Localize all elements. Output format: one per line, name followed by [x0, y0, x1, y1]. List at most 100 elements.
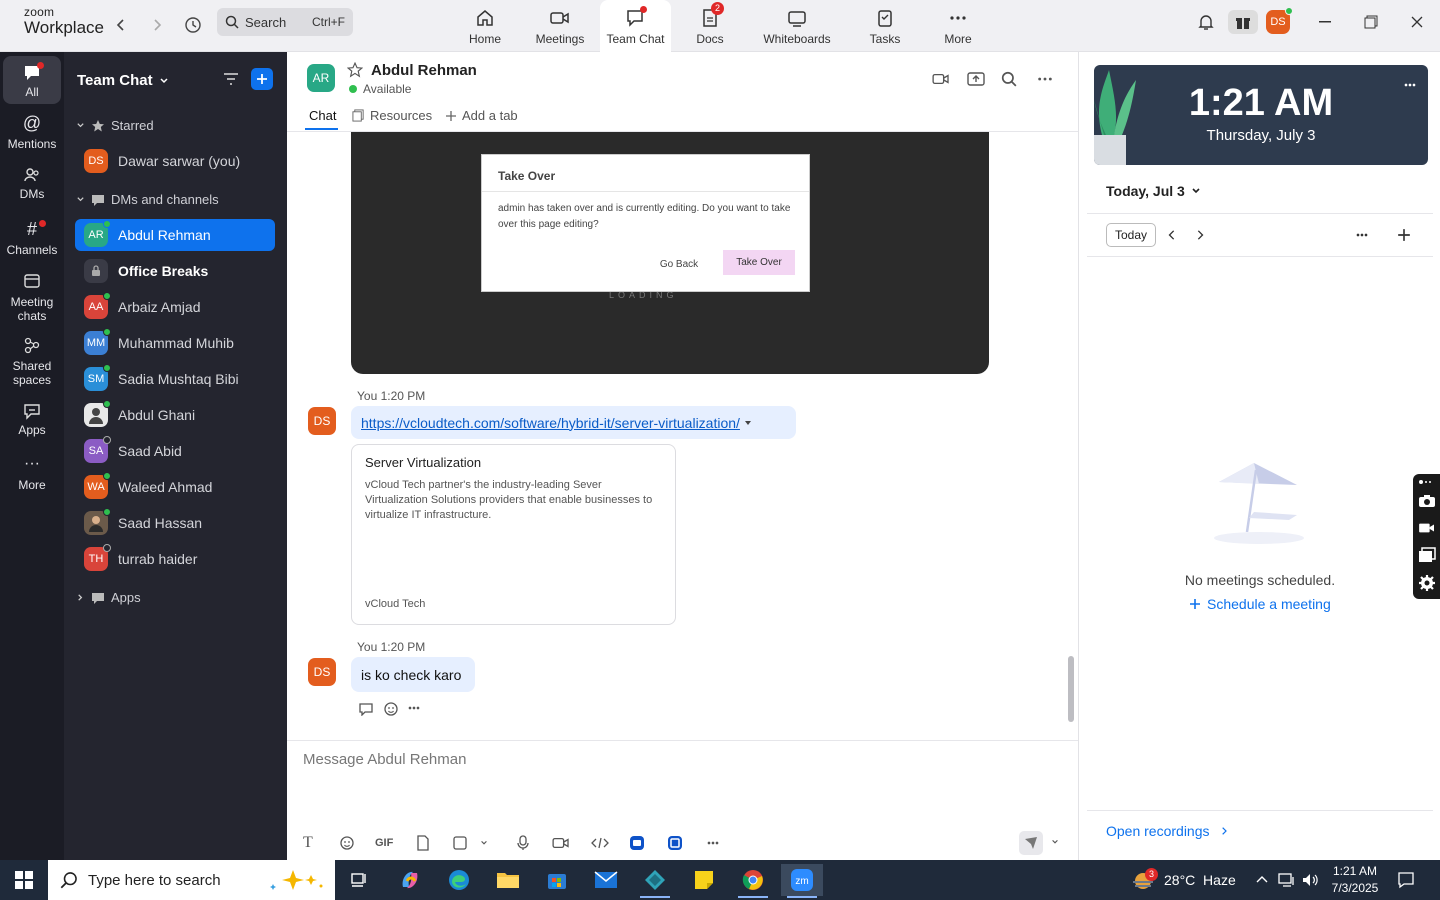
- settings-gear-icon[interactable]: [1418, 574, 1436, 592]
- close-icon[interactable]: [1402, 10, 1432, 34]
- list-item-office-breaks[interactable]: Office Breaks: [75, 255, 275, 287]
- message-link[interactable]: https://vcloudtech.com/software/hybrid-i…: [361, 415, 740, 431]
- send-button[interactable]: [1019, 831, 1043, 855]
- emoji-reaction-icon[interactable]: [383, 701, 399, 717]
- restore-icon[interactable]: [1356, 10, 1386, 34]
- tab-whiteboards[interactable]: Whiteboards: [760, 0, 834, 52]
- reply-icon[interactable]: [358, 702, 374, 716]
- rail-item-meeting-chats[interactable]: Meeting chats: [3, 272, 61, 323]
- tab-docs[interactable]: 2 Docs: [690, 0, 730, 52]
- mail-icon[interactable]: [585, 864, 627, 896]
- microphone-icon[interactable]: [516, 834, 530, 852]
- share-screen-icon[interactable]: [967, 71, 985, 87]
- today-button[interactable]: Today: [1106, 223, 1156, 247]
- add-event-icon[interactable]: [1397, 228, 1411, 242]
- video-call-icon[interactable]: [932, 72, 950, 86]
- file-icon[interactable]: [416, 834, 430, 852]
- contact-name-title[interactable]: Abdul Rehman: [371, 62, 477, 79]
- chrome-icon[interactable]: [732, 864, 774, 898]
- contact-avatar[interactable]: AR: [307, 64, 335, 92]
- add-tab-button[interactable]: Add a tab: [445, 108, 518, 123]
- message-bubble[interactable]: is ko check karo: [351, 657, 476, 692]
- search-icon[interactable]: [1001, 71, 1017, 87]
- emoji-icon[interactable]: [339, 834, 355, 852]
- chevron-down-icon[interactable]: [1051, 838, 1059, 846]
- tab-home[interactable]: Home: [465, 0, 505, 52]
- star-outline-icon[interactable]: [347, 62, 363, 78]
- camera-icon[interactable]: [1418, 494, 1436, 508]
- edge-browser-icon[interactable]: [438, 864, 480, 896]
- weather-text[interactable]: 28°C Haze: [1164, 872, 1236, 888]
- rail-item-mentions[interactable]: @ Mentions: [3, 112, 61, 151]
- next-day-icon[interactable]: [1195, 229, 1205, 241]
- message-bubble-link[interactable]: https://vcloudtech.com/software/hybrid-i…: [351, 406, 796, 439]
- sidebar-title[interactable]: Team Chat: [77, 72, 169, 89]
- rail-item-apps[interactable]: Apps: [3, 402, 61, 437]
- back-arrow-icon[interactable]: [108, 12, 134, 38]
- list-item-sadia-mushtaq-bibi[interactable]: SM Sadia Mushtaq Bibi: [75, 363, 275, 395]
- minimize-icon[interactable]: [1310, 10, 1340, 34]
- tab-chat[interactable]: Chat: [309, 108, 336, 123]
- more-options-icon[interactable]: [1037, 76, 1053, 82]
- history-icon[interactable]: [180, 12, 206, 38]
- tab-more[interactable]: More: [938, 0, 978, 52]
- notification-bell-icon[interactable]: [1191, 10, 1221, 34]
- list-item-starred[interactable]: DS Dawar sarwar (you): [75, 145, 275, 177]
- notification-center-icon[interactable]: [1397, 871, 1415, 889]
- list-item-saad-abid[interactable]: SA Saad Abid: [75, 435, 275, 467]
- tab-tasks[interactable]: Tasks: [865, 0, 905, 52]
- windows-start-icon[interactable]: [0, 860, 48, 900]
- app-diamond-icon[interactable]: [634, 864, 676, 898]
- scrollbar-thumb[interactable]: [1068, 656, 1074, 722]
- message-input[interactable]: Message Abdul Rehman: [303, 751, 466, 768]
- link-icon[interactable]: [1418, 479, 1432, 485]
- list-item-saad-hassan[interactable]: Saad Hassan: [75, 507, 275, 539]
- shared-image[interactable]: LOADING Take Over admin has taken over a…: [351, 132, 989, 374]
- rail-item-shared-spaces[interactable]: Shared spaces: [3, 336, 61, 387]
- file-explorer-icon[interactable]: [487, 864, 529, 896]
- rail-item-channels[interactable]: # Channels: [3, 218, 61, 257]
- chevron-down-icon[interactable]: [480, 834, 488, 852]
- microsoft-store-icon[interactable]: [536, 864, 578, 896]
- zoom-app-icon[interactable]: zm: [781, 864, 823, 898]
- record-icon[interactable]: [1418, 521, 1436, 535]
- video-message-icon[interactable]: [552, 834, 570, 852]
- user-avatar[interactable]: DS: [1266, 7, 1293, 34]
- sender-avatar[interactable]: DS: [308, 407, 336, 435]
- date-selector[interactable]: Today, Jul 3: [1106, 183, 1201, 199]
- schedule-meeting-link[interactable]: Schedule a meeting: [1189, 596, 1331, 612]
- list-item-waleed-ahmad[interactable]: WA Waleed Ahmad: [75, 471, 275, 503]
- taskbar-clock[interactable]: 1:21 AM 7/3/2025: [1325, 863, 1385, 897]
- sticky-notes-icon[interactable]: [683, 864, 725, 896]
- new-chat-button[interactable]: [251, 68, 273, 90]
- take-over-button[interactable]: Take Over: [723, 250, 795, 275]
- link-preview-card[interactable]: Server Virtualization vCloud Tech partne…: [351, 444, 676, 625]
- calendar-more-icon[interactable]: [1354, 233, 1370, 237]
- copilot-icon[interactable]: [389, 864, 431, 896]
- window-icon[interactable]: [1418, 547, 1436, 563]
- screenshot-icon[interactable]: [452, 834, 468, 852]
- app-icon-1[interactable]: [629, 834, 645, 852]
- tab-resources[interactable]: Resources: [352, 108, 432, 123]
- sender-avatar[interactable]: DS: [308, 658, 336, 686]
- task-view-icon[interactable]: [339, 864, 381, 896]
- gif-button[interactable]: GIF: [375, 834, 393, 852]
- section-dms[interactable]: DMs and channels: [76, 192, 219, 207]
- network-icon[interactable]: [1278, 872, 1296, 888]
- rail-item-dms[interactable]: DMs: [3, 166, 61, 201]
- tab-meetings[interactable]: Meetings: [530, 0, 590, 52]
- search-input[interactable]: Search Ctrl+F: [217, 8, 353, 36]
- app-icon-2[interactable]: [667, 834, 683, 852]
- list-item-turrab-haider[interactable]: TH turrab haider: [75, 543, 275, 575]
- forward-arrow-icon[interactable]: [144, 12, 170, 38]
- go-back-button[interactable]: Go Back: [647, 252, 711, 276]
- text-format-icon[interactable]: T: [303, 834, 313, 852]
- prev-day-icon[interactable]: [1167, 229, 1177, 241]
- more-icon[interactable]: [705, 834, 721, 852]
- rail-item-more[interactable]: ··· More: [3, 454, 61, 492]
- rail-item-all[interactable]: All: [3, 56, 61, 104]
- section-apps[interactable]: Apps: [76, 590, 141, 605]
- tray-chevron-up-icon[interactable]: [1256, 874, 1268, 884]
- tab-team-chat[interactable]: Team Chat: [600, 0, 671, 52]
- filter-icon[interactable]: [222, 70, 240, 88]
